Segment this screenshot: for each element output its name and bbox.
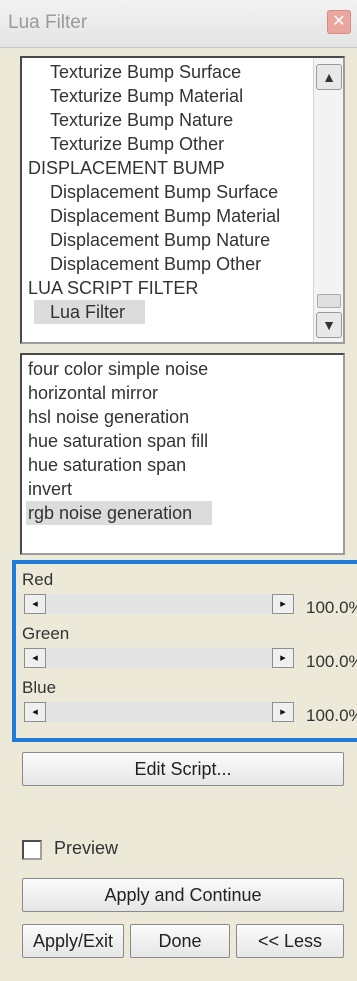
green-increase-button[interactable]: ▸ (272, 648, 294, 668)
list-item[interactable]: hue saturation span fill (22, 429, 343, 453)
list-item[interactable]: Displacement Bump Nature (22, 228, 311, 252)
scroll-thumb[interactable] (317, 294, 341, 308)
list-item-selected[interactable]: Lua Filter (34, 300, 146, 324)
blue-increase-button[interactable]: ▸ (272, 702, 294, 722)
red-increase-button[interactable]: ▸ (272, 594, 294, 614)
preview-label: Preview (54, 838, 119, 858)
red-label: Red (22, 570, 54, 589)
list-item[interactable]: hsl noise generation (22, 405, 343, 429)
preview-checkbox[interactable] (22, 840, 42, 860)
category-list[interactable]: Texturize Bump Surface Texturize Bump Ma… (20, 56, 345, 344)
blue-slider[interactable]: ◂ ▸ (24, 702, 294, 722)
red-value: 100.0% (306, 598, 357, 617)
list-item[interactable]: Displacement Bump Surface (22, 180, 311, 204)
apply-exit-button[interactable]: Apply/Exit (22, 924, 124, 958)
list-item[interactable]: four color simple noise (22, 357, 343, 381)
channel-sliders-group: Red ◂ ▸ 100.0% Green ◂ ▸ 100.0% Blue ◂ ▸… (12, 560, 357, 742)
scroll-up-button[interactable]: ▲ (316, 64, 342, 90)
window-title: Lua Filter (8, 12, 88, 33)
edit-script-button[interactable]: Edit Script... (22, 752, 344, 786)
apply-continue-button[interactable]: Apply and Continue (22, 878, 344, 912)
close-icon: ✕ (332, 13, 346, 30)
arrow-right-icon: ▸ (280, 652, 286, 664)
green-label: Green (22, 624, 70, 643)
list-item[interactable]: Displacement Bump Material (22, 204, 311, 228)
list-item[interactable]: horizontal mirror (22, 381, 343, 405)
green-value: 100.0% (306, 652, 357, 671)
arrow-right-icon: ▸ (280, 598, 286, 610)
arrow-left-icon: ◂ (32, 652, 38, 664)
list-item[interactable]: Texturize Bump Surface (22, 60, 311, 84)
filter-list[interactable]: four color simple noise horizontal mirro… (20, 353, 345, 555)
list-item-selected[interactable]: rgb noise generation (26, 501, 213, 525)
arrow-right-icon: ▸ (280, 706, 286, 718)
list-item[interactable]: Texturize Bump Other (22, 132, 311, 156)
arrow-left-icon: ◂ (32, 598, 38, 610)
list-item[interactable]: Texturize Bump Material (22, 84, 311, 108)
list-item[interactable]: DISPLACEMENT BUMP (22, 156, 311, 180)
list-item[interactable]: LUA SCRIPT FILTER (22, 276, 311, 300)
category-scrollbar[interactable]: ▲ ▼ (313, 58, 343, 342)
blue-decrease-button[interactable]: ◂ (24, 702, 46, 722)
chevron-up-icon: ▲ (322, 69, 336, 85)
chevron-down-icon: ▼ (322, 317, 336, 333)
close-button[interactable]: ✕ (327, 10, 351, 34)
list-item[interactable]: hue saturation span (22, 453, 343, 477)
blue-value: 100.0% (306, 706, 357, 725)
red-slider[interactable]: ◂ ▸ (24, 594, 294, 614)
scroll-down-button[interactable]: ▼ (316, 312, 342, 338)
less-button[interactable]: << Less (236, 924, 344, 958)
blue-label: Blue (22, 678, 57, 697)
title-bar: Lua Filter ✕ (0, 0, 357, 48)
done-button[interactable]: Done (130, 924, 230, 958)
red-decrease-button[interactable]: ◂ (24, 594, 46, 614)
list-item[interactable]: Displacement Bump Other (22, 252, 311, 276)
green-decrease-button[interactable]: ◂ (24, 648, 46, 668)
list-item[interactable]: Texturize Bump Nature (22, 108, 311, 132)
arrow-left-icon: ◂ (32, 706, 38, 718)
list-item[interactable]: invert (22, 477, 343, 501)
green-slider[interactable]: ◂ ▸ (24, 648, 294, 668)
